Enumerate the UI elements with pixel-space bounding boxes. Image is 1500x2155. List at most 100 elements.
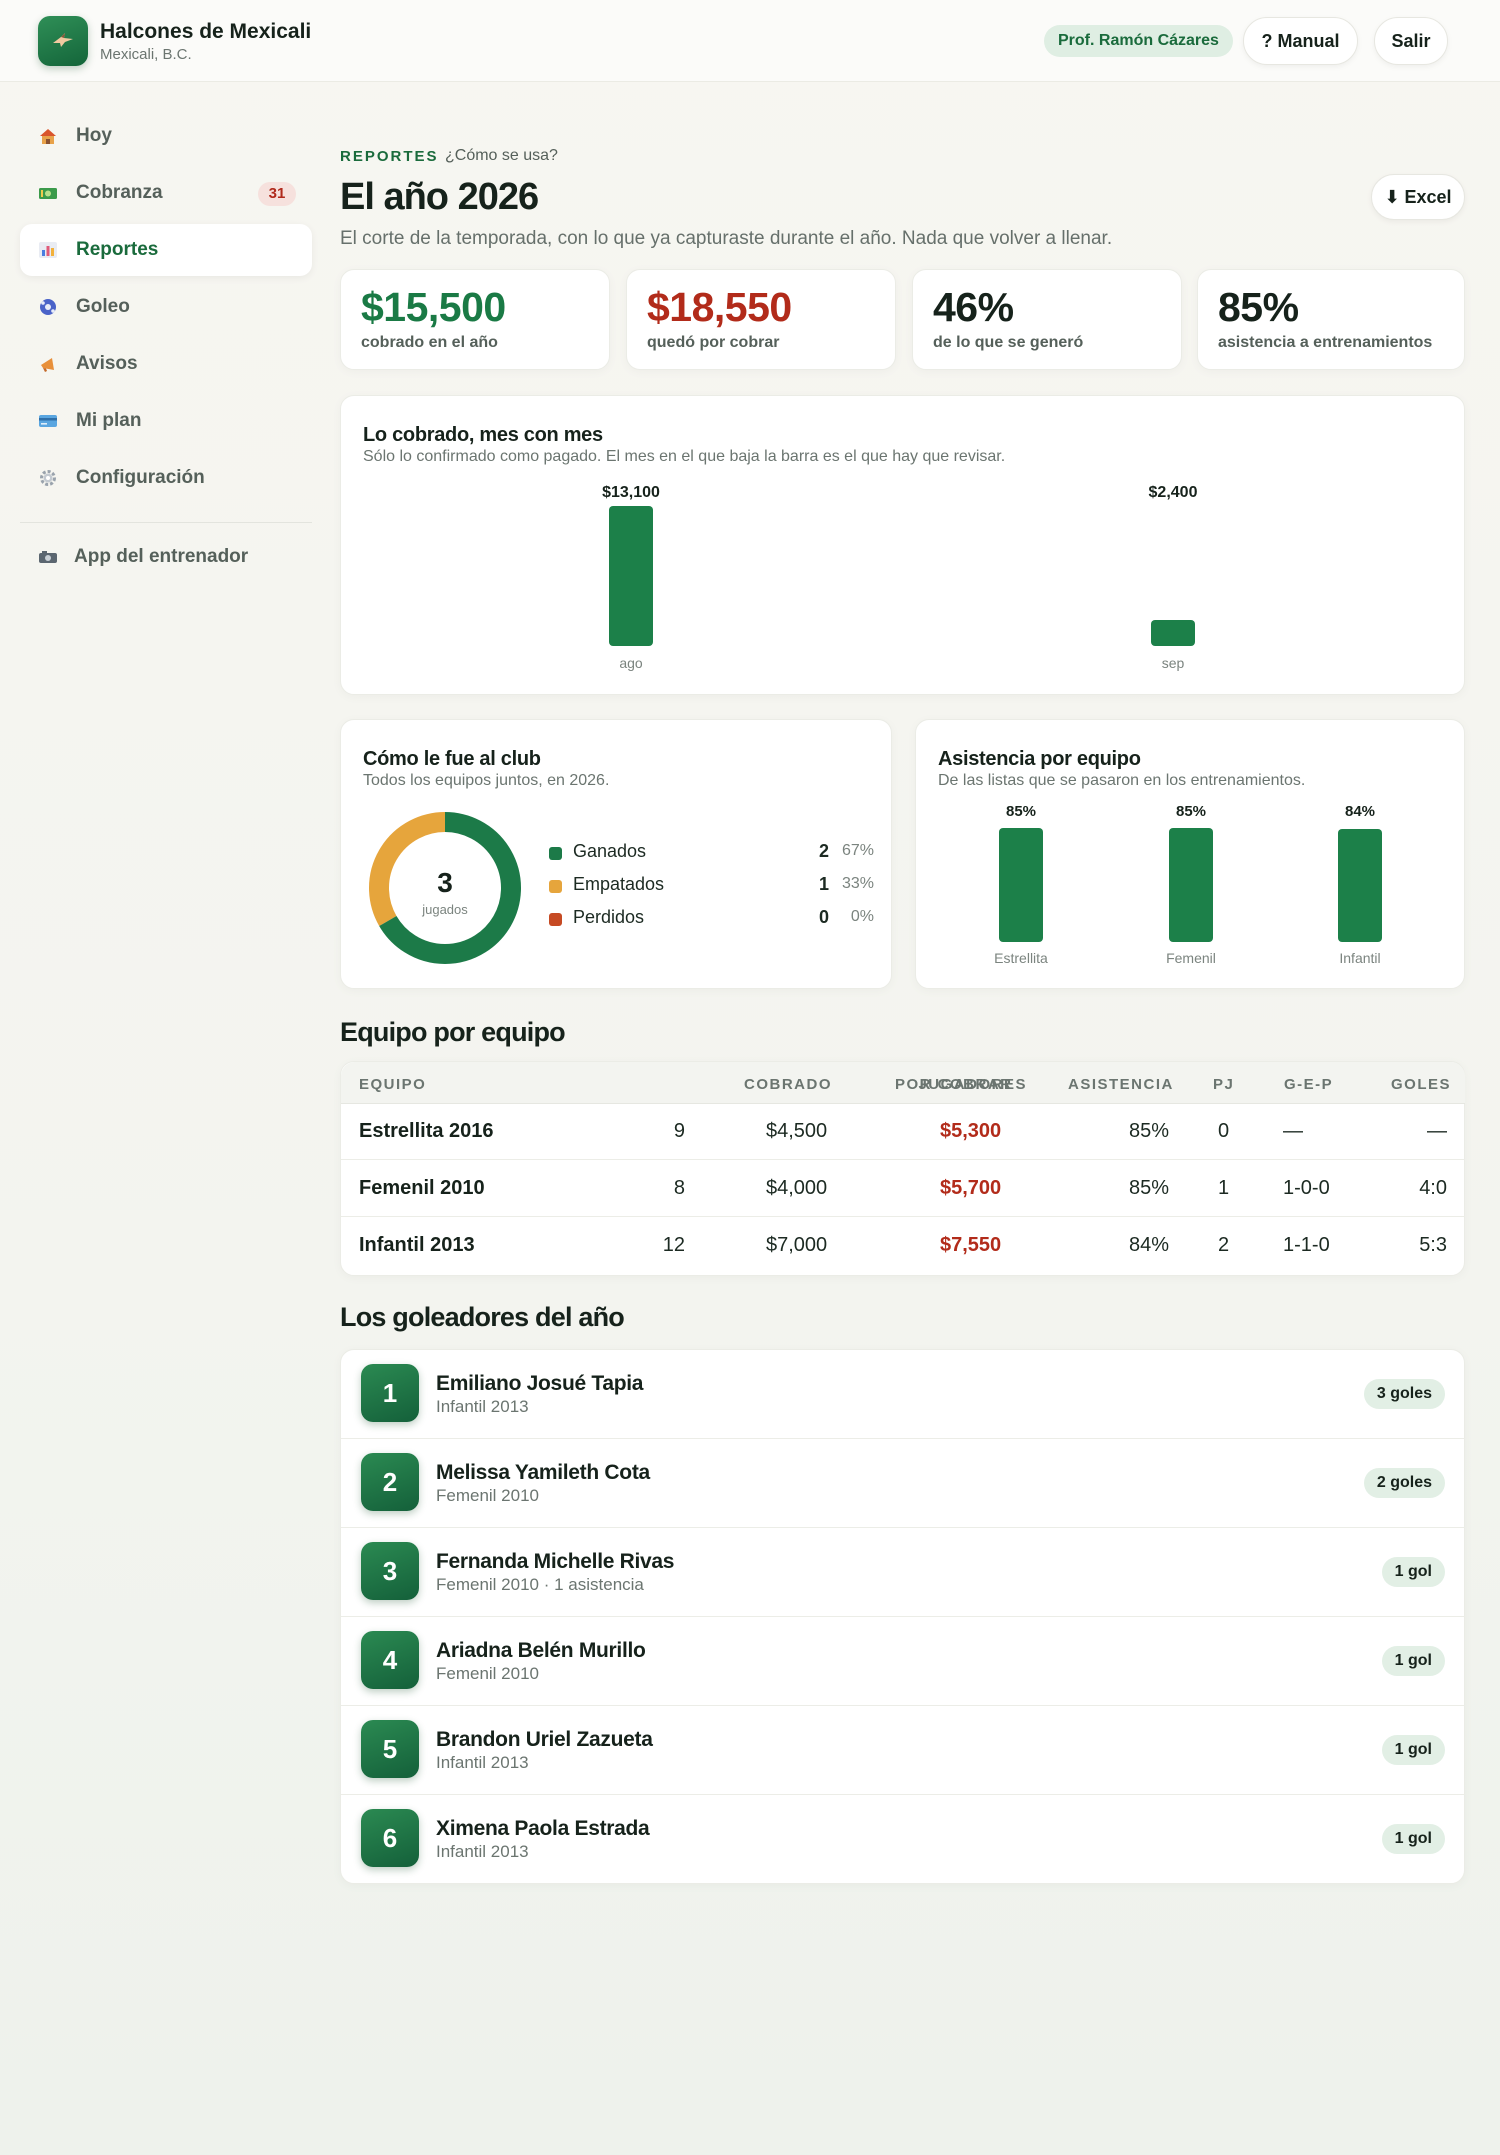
bar-value-label: $13,100	[602, 484, 660, 501]
goals-badge: 1 gol	[1381, 1824, 1445, 1854]
teams-section-title: Equipo por equipo	[340, 1017, 566, 1047]
bar-infantil	[1338, 829, 1382, 942]
sidebar-item-hoy[interactable]: Hoy	[20, 110, 312, 162]
sidebar-item-coach-app[interactable]: App del entrenador	[20, 535, 312, 579]
donut-center-label: jugados	[421, 902, 468, 917]
chart-subtitle: Sólo lo confirmado como pagado. El mes e…	[363, 448, 1006, 465]
bar-estrellita	[999, 828, 1043, 942]
page-kicker: REPORTES	[340, 148, 439, 165]
scorer-row: 6 Ximena Paola Estrada Infantil 2013 1 gol	[341, 1795, 1465, 1884]
club-logo	[38, 16, 88, 66]
legend-name: Perdidos	[573, 907, 645, 927]
legend-name: Ganados	[573, 841, 647, 861]
players-count: 9	[673, 1120, 685, 1142]
kpi-label: quedó por cobrar	[647, 334, 780, 351]
scorer-name: Brandon Uriel Zazueta	[436, 1728, 653, 1751]
kpi-value: $18,550	[647, 284, 792, 330]
games-played: 2	[1218, 1234, 1230, 1256]
attendance-pct: 85%	[1128, 1120, 1169, 1142]
bar-value-label: 85%	[1175, 803, 1207, 820]
goals-badge: 1 gol	[1381, 1735, 1445, 1765]
scorer-name: Melissa Yamileth Cota	[436, 1461, 650, 1484]
gear-icon	[40, 470, 56, 486]
collected-amount: $7,000	[766, 1234, 828, 1256]
scorer-row: 2 Melissa Yamileth Cota Femenil 2010 2 gole…	[341, 1439, 1465, 1528]
bar-category-label: Femenil	[1166, 950, 1216, 966]
sidebar-item-label: Goleo	[76, 296, 130, 317]
page-subtitle: El corte de la temporada, con lo que ya …	[340, 228, 1113, 249]
logout-button[interactable]: Salir	[1374, 17, 1448, 65]
manual-button[interactable]: ? Manual	[1243, 17, 1358, 65]
sidebar-item-label: Reportes	[76, 239, 159, 260]
win-draw-loss: 1-0-0	[1283, 1177, 1330, 1199]
chart-subtitle: De las listas que se pasaron en los entr…	[938, 772, 1306, 789]
table-header: EQUIPO JUGADORES COBRADO POR COBRAR ASIS…	[341, 1062, 1465, 1104]
bar-value-label: $2,400	[1148, 484, 1198, 501]
sidebar-item-label: Mi plan	[76, 410, 142, 431]
scorers-section-title: Los goleadores del año	[340, 1302, 625, 1332]
chart-icon	[39, 242, 57, 258]
kpi-value: $15,500	[361, 284, 506, 330]
hawk-icon	[53, 33, 73, 47]
legend-draws: Empatados 1 33%	[549, 873, 874, 897]
help-link[interactable]: ¿Cómo se usa?	[445, 147, 558, 165]
column-header-collected: COBRADO	[744, 1076, 832, 1093]
column-header-pending: POR COBRAR	[895, 1076, 1013, 1093]
club-results-card: Cómo le fue al club Todos los equipos ju…	[340, 719, 892, 989]
legend-wins: Ganados 2 67%	[549, 840, 874, 864]
bar-ago	[609, 506, 653, 646]
app-header: Halcones de Mexicali Mexicali, B.C. Prof…	[0, 0, 1500, 82]
bar-value-label: 85%	[1005, 803, 1037, 820]
legend-losses: Perdidos 0 0%	[549, 906, 874, 930]
sidebar-item-avisos[interactable]: Avisos	[20, 338, 312, 390]
scorer-name: Ariadna Belén Murillo	[436, 1639, 646, 1662]
club-name: Halcones de Mexicali	[100, 20, 312, 43]
goals-badge: 1 gol	[1381, 1646, 1445, 1676]
sidebar-item-cobranza[interactable]: Cobranza 31	[20, 167, 312, 219]
attendance-chart: Asistencia por equipo De las listas que …	[915, 719, 1465, 989]
megaphone-icon	[41, 358, 54, 372]
table-row: Femenil 2010 8 $4,000 $5,700 85% 1 1-0-0 4:0	[341, 1161, 1465, 1217]
sidebar-item-goleo[interactable]: Goleo	[20, 281, 312, 333]
team-name: Femenil 2010	[359, 1177, 485, 1199]
sidebar-item-reportes[interactable]: Reportes	[20, 224, 312, 276]
scorer-team: Infantil 2013	[436, 1842, 529, 1861]
credit-card-icon	[39, 415, 57, 427]
export-excel-button[interactable]: ⬇ Excel	[1371, 174, 1465, 220]
soccer-ball-icon	[40, 299, 56, 315]
column-header-team: EQUIPO	[359, 1076, 427, 1093]
column-header-attendance: ASISTENCIA	[1068, 1076, 1174, 1093]
chart-title: Lo cobrado, mes con mes	[363, 424, 603, 446]
legend-swatch	[549, 847, 562, 860]
rank-badge: 3	[361, 1542, 419, 1600]
legend-percent: 33%	[841, 875, 874, 892]
players-count: 12	[662, 1234, 685, 1256]
column-header-games: PJ	[1213, 1076, 1235, 1093]
results-donut-chart: 3 jugados	[369, 812, 521, 964]
legend-count: 0	[818, 907, 829, 927]
sidebar-item-label: Configuración	[76, 467, 205, 488]
attendance-pct: 85%	[1128, 1177, 1169, 1199]
sidebar-item-configuracion[interactable]: Configuración	[20, 452, 312, 504]
kpi-value: 85%	[1218, 284, 1299, 330]
players-count: 8	[673, 1177, 685, 1199]
sidebar-item-label: App del entrenador	[74, 546, 249, 567]
sidebar-divider	[20, 522, 312, 523]
sidebar-item-mi-plan[interactable]: Mi plan	[20, 395, 312, 447]
coach-badge: Prof. Ramón Cázares	[1044, 25, 1233, 57]
rank-badge: 4	[361, 1631, 419, 1689]
pending-amount: $7,550	[940, 1234, 1002, 1256]
kpi-card-attendance: 85% asistencia a entrenamientos	[1197, 269, 1465, 370]
goals-badge: 1 gol	[1381, 1557, 1445, 1587]
donut-center-value: 3	[437, 867, 453, 898]
scorer-team: Femenil 2010	[436, 1486, 540, 1505]
kpi-label: asistencia a entrenamientos	[1218, 334, 1433, 351]
kpi-card-pending: $18,550 quedó por cobrar	[626, 269, 896, 370]
kpi-label: cobrado en el año	[361, 334, 498, 351]
monthly-collection-chart: Lo cobrado, mes con mes Sólo lo confirma…	[340, 395, 1465, 695]
kpi-value: 46%	[933, 284, 1014, 330]
kpi-card-collected: $15,500 cobrado en el año	[340, 269, 610, 370]
games-played: 1	[1218, 1177, 1230, 1199]
house-icon	[40, 129, 56, 144]
scorer-row: 3 Fernanda Michelle Rivas Femenil 2010 · 1…	[341, 1528, 1465, 1617]
